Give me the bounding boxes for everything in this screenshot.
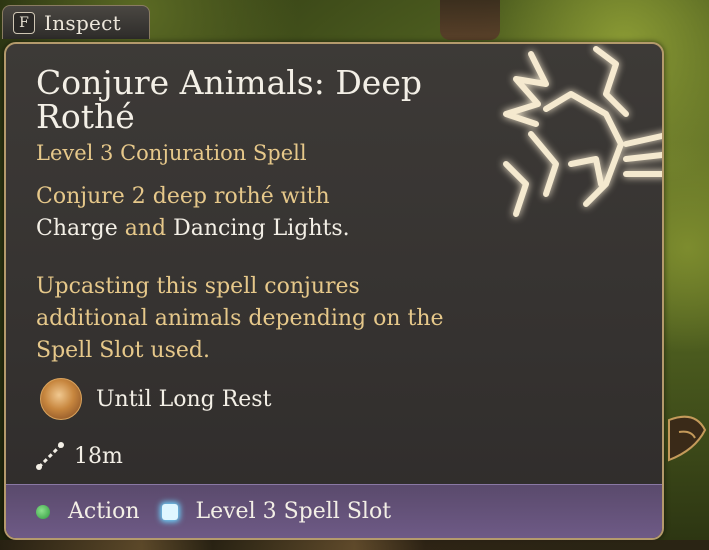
duration-icon	[40, 378, 82, 420]
spell-slot-icon	[161, 503, 178, 520]
spell-title: Conjure Animals: Deep Rothé	[36, 63, 422, 136]
resource-footer: Action Level 3 Spell Slot	[6, 484, 662, 538]
spell-level-school: Level 3 Conjuration Spell	[36, 141, 307, 165]
range-text: 18m	[74, 443, 123, 469]
description-prefix: Conjure 2 deep rothé with	[36, 184, 330, 209]
dancing-lights-link[interactable]: Dancing Lights	[173, 216, 343, 241]
spell-tooltip: Conjure Animals: Deep Rothé Level 3 Conj…	[4, 42, 664, 540]
duration-row: Until Long Rest	[40, 378, 271, 420]
description-suffix: .	[342, 216, 350, 241]
hotbar-edge	[0, 540, 709, 550]
spell-description: Conjure 2 deep rothé with Charge and Dan…	[36, 181, 516, 245]
inspect-tab[interactable]: F Inspect	[2, 5, 150, 39]
duration-text: Until Long Rest	[96, 386, 272, 412]
range-icon	[36, 442, 64, 470]
spell-slot-label: Level 3 Spell Slot	[195, 499, 392, 524]
action-label: Action	[68, 499, 140, 524]
charge-link[interactable]: Charge	[36, 216, 118, 241]
inspect-label: Inspect	[44, 10, 122, 35]
background-character	[440, 0, 500, 40]
upcast-text: Upcasting this spell conjures additional…	[36, 274, 444, 363]
action-resource-icon	[36, 504, 50, 519]
frame-ornament	[668, 415, 707, 462]
hotkey-badge: F	[13, 11, 35, 34]
range-row: 18m	[34, 440, 123, 472]
description-middle: and	[117, 216, 174, 241]
